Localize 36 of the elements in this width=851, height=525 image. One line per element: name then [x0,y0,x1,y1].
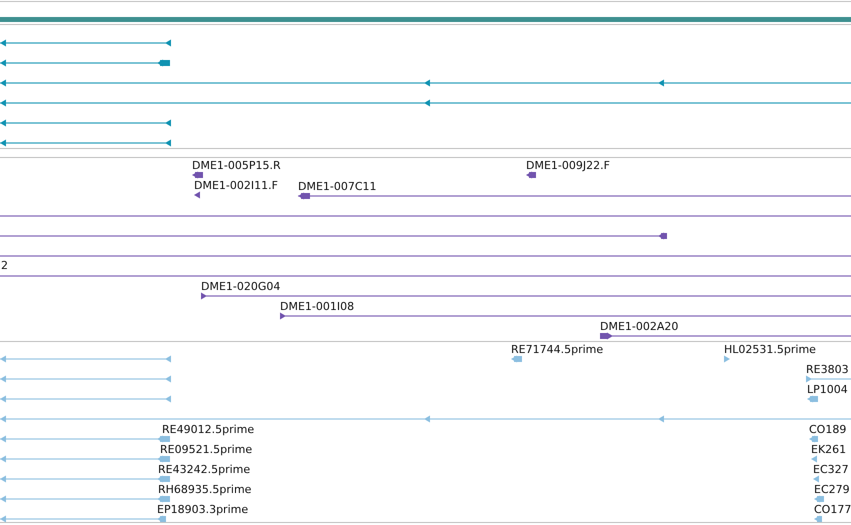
feature-label: DME1-020G04 [201,280,280,293]
feature-glyph[interactable] [600,332,851,340]
feature-glyph[interactable] [201,292,851,300]
feature-glyph[interactable] [0,40,171,46]
feature-glyph[interactable] [0,120,171,126]
feature-label: RE49012.5prime [162,423,254,436]
feature-label: EC327 [813,463,849,476]
feature-label: 2 [1,259,8,272]
feature-glyph[interactable] [526,172,536,178]
feature-label: DME1-005P15.R [192,159,281,172]
feature-label: DME1-002A20 [600,320,678,333]
feature-glyph[interactable] [192,172,203,178]
feature-label: HL02531.5prime [724,343,816,356]
feature-glyph[interactable] [0,80,851,86]
feature-glyph[interactable] [0,140,171,146]
feature-glyph[interactable] [298,192,851,200]
feature-label: EC279 [814,483,850,496]
feature-label: RE3803 [806,363,849,376]
feature-glyph[interactable] [280,312,851,320]
feature-label: EK261 [811,443,846,456]
feature-label: EP18903.3prime [157,503,248,516]
feature-label: DME1-002I11.F [194,179,278,192]
feature-label: RE71744.5prime [511,343,604,356]
feature-glyph[interactable] [0,60,170,66]
feature-label: CO177 [814,503,851,516]
feature-glyph[interactable] [0,232,667,240]
feature-label: DME1-007C11 [298,180,377,193]
feature-label: RH68935.5prime [158,483,252,496]
feature-glyph[interactable] [0,100,851,106]
feature-label: DME1-009J22.F [526,159,610,172]
feature-label: RE43242.5prime [158,463,250,476]
feature-label: LP1004 [807,383,848,396]
feature-label: DME1-001I08 [280,300,354,313]
feature-glyph[interactable] [194,192,200,198]
feature-label: CO189 [809,423,846,436]
feature-label: RE09521.5prime [160,443,252,456]
